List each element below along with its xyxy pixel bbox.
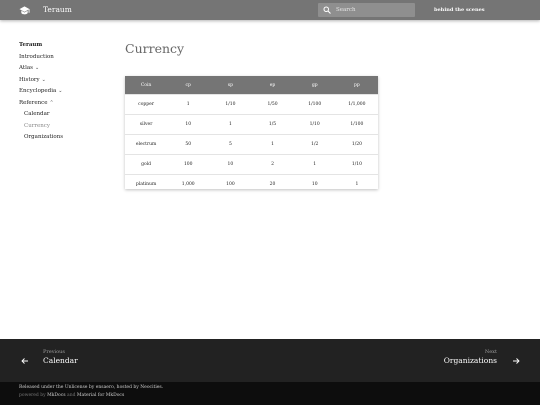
column-header: Coin (125, 76, 168, 95)
footer-navigation: Previous Calendar Next Organizations (0, 339, 540, 382)
previous-page-title: Calendar (43, 356, 78, 365)
table-cell: 1 (293, 154, 336, 175)
license-text: Released under the Unlicense by ensaero,… (19, 385, 164, 390)
nav-title: Teraum (19, 42, 43, 48)
table-cell: 1/10 (209, 94, 252, 115)
table-cell: electrum (125, 134, 168, 155)
nav-item-organizations[interactable]: Organizations (19, 132, 109, 144)
powered-by-prefix: powered by (19, 393, 46, 398)
table-cell: 1/100 (293, 94, 336, 115)
nav-item-label: Organizations (24, 134, 64, 140)
sidebar-nav: Teraum Introduction Atlas ⌄ History ⌄ Ency… (19, 40, 109, 144)
book-icon[interactable] (19, 5, 30, 15)
table-cell: 1/10 (335, 154, 378, 175)
chevron-down-icon: ⌄ (34, 65, 40, 71)
nav-item-atlas[interactable]: Atlas ⌄ (19, 63, 109, 75)
table-cell: 50 (167, 134, 210, 155)
table-cell: 100 (209, 174, 252, 194)
table-cell: 20 (251, 174, 294, 194)
currency-table-grid: Coin cp sp ep gp pp copper 1 1/10 1/50 1… (125, 76, 378, 194)
arrow-left-icon (21, 358, 28, 364)
nav-item-introduction[interactable]: Introduction (19, 52, 109, 64)
table-cell: 1 (335, 174, 378, 194)
table-cell: 1/20 (335, 134, 378, 155)
table-cell: 1/10 (293, 114, 336, 135)
powered-by: powered by MkDocs and Material for MkDoc… (19, 392, 124, 399)
table-cell: platinum (125, 174, 168, 194)
next-page-title: Organizations (443, 356, 497, 365)
behind-the-scenes-link[interactable]: behind the scenes (434, 5, 485, 15)
nav-item-reference[interactable]: Reference ⌃ (19, 98, 109, 110)
footer-meta: Released under the Unlicense by ensaero,… (0, 382, 540, 405)
nav-item-calendar[interactable]: Calendar (19, 109, 109, 121)
table-cell: 1 (167, 94, 210, 115)
nav-item-currency[interactable]: Currency (19, 121, 109, 133)
nav-item-label: Calendar (24, 111, 50, 117)
nav-item-history[interactable]: History ⌄ (19, 75, 109, 87)
site-title[interactable]: Teraum (43, 4, 72, 16)
nav-item-encyclopedia[interactable]: Encyclopedia ⌄ (19, 86, 109, 98)
table-row: gold 100 10 2 1 1/10 (125, 154, 378, 175)
search-box[interactable] (318, 3, 415, 17)
nav-item-label: Reference (19, 99, 48, 106)
next-page-link[interactable]: Next Organizations (420, 349, 522, 373)
table-cell: copper (125, 94, 168, 115)
table-row: silver 10 1 1/5 1/10 1/100 (125, 114, 378, 135)
table-cell: 5 (209, 134, 252, 155)
table-cell: 1 (209, 114, 252, 135)
table-row: copper 1 1/10 1/50 1/100 1/1,000 (125, 94, 378, 115)
table-cell: 1/5 (251, 114, 294, 135)
search-icon (323, 6, 331, 14)
currency-table: Coin cp sp ep gp pp copper 1 1/10 1/50 1… (125, 76, 378, 194)
table-cell: 1/100 (335, 114, 378, 135)
table-cell: gold (125, 154, 168, 175)
table-header-row: Coin cp sp ep gp pp (125, 76, 378, 95)
nav-item-label: Introduction (19, 53, 54, 60)
table-cell: 10 (209, 154, 252, 175)
chevron-down-icon: ⌄ (58, 88, 63, 94)
powered-by-and: and (67, 393, 76, 398)
search-input[interactable] (336, 3, 412, 17)
column-header: ep (251, 76, 294, 95)
arrow-right-icon (513, 358, 520, 364)
previous-page-link[interactable]: Previous Calendar (19, 349, 139, 373)
page-title: Currency (125, 41, 185, 56)
table-row: electrum 50 5 1 1/2 1/20 (125, 134, 378, 155)
column-header: cp (167, 76, 210, 95)
column-header: gp (293, 76, 336, 95)
nav-item-label: Encyclopedia (19, 88, 57, 94)
column-header: pp (335, 76, 378, 95)
mkdocs-link[interactable]: MkDocs (47, 393, 65, 398)
table-cell: 1,000 (167, 174, 210, 194)
header-bar: Teraum behind the scenes (0, 0, 540, 20)
nav-item-label: History (19, 76, 40, 83)
nav-item-label: Currency (24, 122, 50, 129)
table-cell: 10 (293, 174, 336, 194)
table-cell: 10 (167, 114, 210, 135)
nav-item-label: Atlas (19, 65, 33, 71)
table-cell: 1/2 (293, 134, 336, 155)
material-for-mkdocs-link[interactable]: Material for MkDocs (77, 393, 124, 398)
table-cell: 1 (251, 134, 294, 155)
table-cell: 100 (167, 154, 210, 175)
chevron-down-icon: ⌄ (41, 76, 46, 83)
column-header: sp (209, 76, 252, 95)
table-cell: 2 (251, 154, 294, 175)
chevron-up-icon: ⌃ (49, 99, 54, 106)
table-cell: 1/50 (251, 94, 294, 115)
table-cell: 1/1,000 (335, 94, 378, 115)
table-row: platinum 1,000 100 20 10 1 (125, 174, 378, 194)
next-label: Next (484, 349, 497, 355)
table-cell: silver (125, 114, 168, 135)
previous-label: Previous (43, 349, 65, 355)
